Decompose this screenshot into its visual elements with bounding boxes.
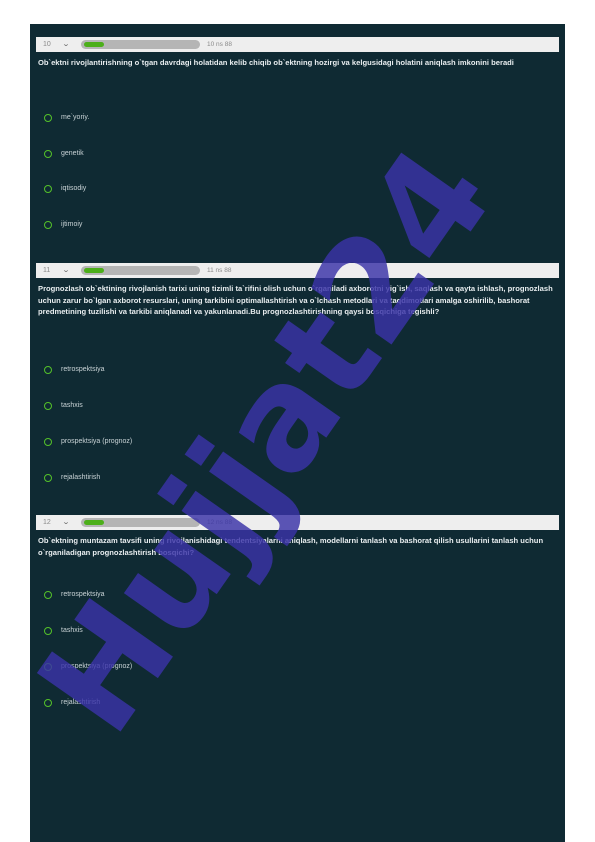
- option-label: prospektsiya (prognoz): [61, 663, 133, 670]
- option-label: retrospektsiya: [61, 366, 105, 373]
- question-number: 11: [43, 267, 51, 274]
- option-label: iqtisodiy: [61, 185, 87, 192]
- option-label: me`yoriy.: [61, 114, 90, 121]
- radio-button[interactable]: [44, 627, 52, 635]
- question-number: 10: [43, 41, 51, 48]
- radio-button[interactable]: [44, 114, 52, 122]
- radio-button[interactable]: [44, 366, 52, 374]
- option-item[interactable]: rejalashtirish: [44, 472, 100, 484]
- option-item[interactable]: iqtisodiy: [44, 183, 86, 195]
- radio-button[interactable]: [44, 150, 52, 158]
- option-item[interactable]: genetik: [44, 148, 84, 160]
- option-item[interactable]: retrospektsiya: [44, 589, 105, 601]
- option-label: tashxis: [61, 402, 83, 409]
- radio-button[interactable]: [44, 438, 52, 446]
- question-text: Ob`ektning muntazam tavsifi uning rivojl…: [38, 536, 544, 557]
- option-item[interactable]: me`yoriy.: [44, 112, 89, 124]
- progress-fill: [84, 268, 105, 273]
- question-text: Ob`ektni rivojlantirishning o`tgan davrd…: [38, 58, 514, 67]
- radio-button[interactable]: [44, 185, 52, 193]
- option-label: genetik: [61, 150, 84, 157]
- radio-button[interactable]: [44, 699, 52, 707]
- option-item[interactable]: ijtimoiy: [44, 219, 82, 231]
- option-label: rejalashtirish: [61, 699, 101, 706]
- question-header: 12 ⌄ 12 ns 88: [36, 515, 559, 530]
- option-item[interactable]: prospektsiya (prognoz): [44, 661, 132, 673]
- chevron-down-icon[interactable]: ⌄: [62, 40, 70, 49]
- document-panel: 10 ⌄ 10 ns 88 Ob`ektni rivojlantirishnin…: [30, 24, 565, 842]
- option-item[interactable]: tashxis: [44, 400, 83, 412]
- radio-button[interactable]: [44, 591, 52, 599]
- option-label: retrospektsiya: [61, 591, 105, 598]
- question-counter: 11 ns 88: [207, 267, 232, 274]
- question-text: Prognozlash ob`ektining rivojlanish tari…: [38, 284, 553, 317]
- progress-track: [81, 518, 200, 527]
- radio-button[interactable]: [44, 474, 52, 482]
- option-label: prospektsiya (prognoz): [61, 438, 133, 445]
- option-label: ijtimoiy: [61, 221, 83, 228]
- question-header: 11 ⌄ 11 ns 88: [36, 263, 559, 278]
- radio-button[interactable]: [44, 221, 52, 229]
- option-item[interactable]: retrospektsiya: [44, 364, 105, 376]
- question-11: 11 ⌄ 11 ns 88 Prognozlash ob`ektining ri…: [30, 263, 565, 318]
- progress-track: [81, 266, 200, 275]
- option-item[interactable]: tashxis: [44, 625, 83, 637]
- progress-fill: [84, 520, 105, 525]
- question-counter: 12 ns 88: [207, 519, 232, 526]
- question-12: 12 ⌄ 12 ns 88 Ob`ektning muntazam tavsif…: [30, 515, 565, 558]
- progress-track: [81, 40, 200, 49]
- question-counter: 10 ns 88: [207, 41, 232, 48]
- question-number: 12: [43, 519, 51, 526]
- progress-fill: [84, 42, 105, 47]
- option-label: rejalashtirish: [61, 474, 101, 481]
- question-header: 10 ⌄ 10 ns 88: [36, 37, 559, 52]
- chevron-down-icon[interactable]: ⌄: [62, 518, 70, 527]
- radio-button[interactable]: [44, 663, 52, 671]
- option-label: tashxis: [61, 627, 83, 634]
- question-10: 10 ⌄ 10 ns 88 Ob`ektni rivojlantirishnin…: [30, 37, 565, 69]
- option-item[interactable]: prospektsiya (prognoz): [44, 436, 132, 448]
- chevron-down-icon[interactable]: ⌄: [62, 266, 70, 275]
- option-item[interactable]: rejalashtirish: [44, 697, 100, 709]
- radio-button[interactable]: [44, 402, 52, 410]
